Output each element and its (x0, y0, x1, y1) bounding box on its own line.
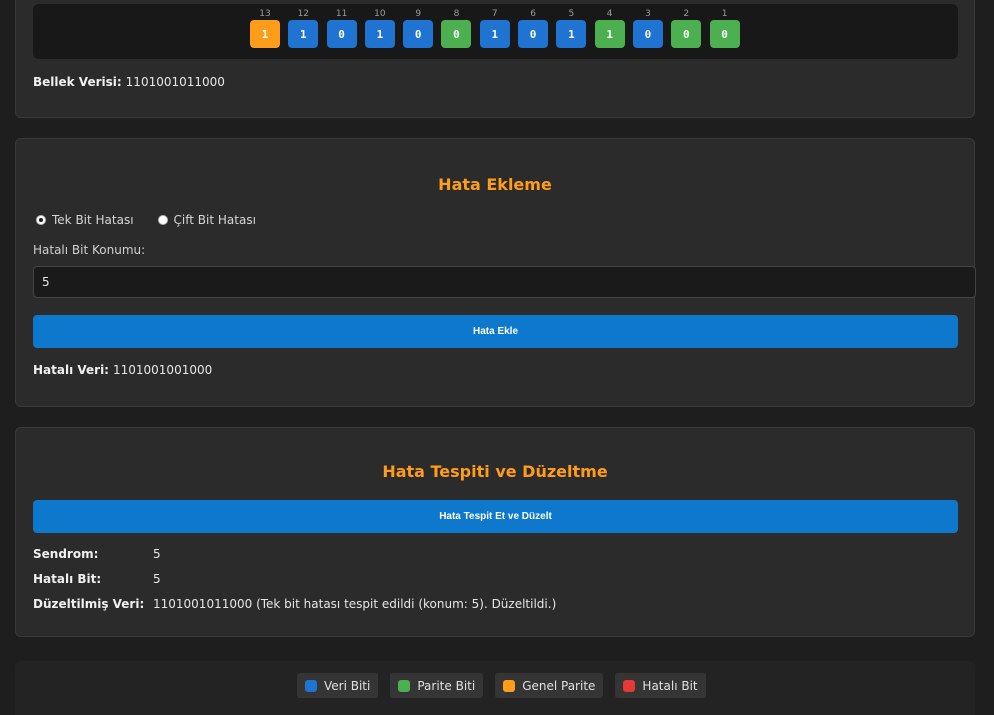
error-data-label: Hatalı Veri: (33, 363, 109, 377)
corrected-data-row: Düzeltilmiş Veri: 1101001011000 (Tek bit… (33, 597, 556, 611)
bit-column: 60 (518, 8, 549, 48)
bit-position-label: 6 (530, 9, 536, 19)
bit-column: 90 (403, 8, 434, 48)
syndrome-value: 5 (153, 547, 161, 561)
overall-parity-swatch (503, 679, 516, 692)
bit-box: 0 (709, 20, 740, 48)
double-bit-radio[interactable] (157, 215, 168, 225)
bit-position-label: 2 (683, 9, 690, 19)
bit-position-label: 5 (568, 9, 575, 19)
bit-box: 1 (250, 20, 280, 48)
legend-parity-label: Parite Biti (417, 678, 476, 693)
error-injection-card: Hata Ekleme Tek Bit Hatası Çift Bit Hata… (15, 138, 976, 407)
bit-position-label: 12 (297, 9, 310, 19)
memory-data-label: Bellek Verisi: (33, 75, 122, 89)
legend-overall-label: Genel Parite (522, 678, 596, 693)
data-bit-swatch (305, 679, 317, 692)
bit-column: 11 0 (326, 8, 357, 48)
bit-column: 10 1 (364, 8, 395, 48)
legend-data-label: Veri Biti (324, 678, 371, 693)
error-injection-title: Hata Ekleme (438, 175, 552, 194)
detection-card: Hata Tespiti ve Düzeltme Hata Tespit Et … (15, 427, 975, 637)
bit-column: 12 1 (288, 8, 319, 48)
error-data-line: Hatalı Veri: 1101001001000 (33, 363, 212, 377)
corrected-data-value: 1101001011000 (Tek bit hatası tespit edi… (153, 597, 557, 611)
memory-card: 13 1 12 1 11 0 10 1 9 0 8 0 7 1 6 0 5 1 4 1 3 0 2 0 1 0 Bellek Ve… (15, 0, 975, 118)
bit-position-label: 10 (374, 9, 386, 19)
bit-position-label: 13 (259, 9, 271, 19)
bit-column: 13 1 (250, 8, 280, 48)
error-bit-label: Hatalı Bit: (33, 572, 102, 586)
error-position-input[interactable] (33, 266, 976, 298)
memory-data-value: 1101001011000 (125, 75, 225, 89)
bit-column: 80 (441, 8, 472, 48)
bit-column: 71 (479, 8, 510, 48)
bit-box: 0 (326, 20, 357, 48)
bit-position-label: 3 (645, 9, 651, 19)
double-bit-radio-label[interactable]: Çift Bit Hatası (174, 213, 256, 227)
bit-box: 0 (441, 20, 472, 48)
legend-item-error: Hatalı Bit (615, 673, 706, 698)
bit-position-label: 11 (335, 9, 348, 19)
bit-column: 30 (632, 8, 663, 48)
bit-column: 10 (709, 8, 740, 48)
bit-box: 0 (671, 20, 702, 48)
single-bit-radio-label[interactable]: Tek Bit Hatası (52, 213, 134, 227)
bit-position-label: 1 (721, 9, 728, 19)
legend-item-parity: Parite Biti (390, 673, 484, 698)
error-position-label: Hatalı Bit Konumu: (33, 243, 146, 257)
bit-position-label: 8 (453, 9, 460, 19)
parity-bit-swatch (398, 679, 411, 692)
syndrome-label: Sendrom: (33, 547, 99, 561)
bit-column: 41 (594, 8, 625, 48)
bit-position-label: 9 (415, 9, 422, 19)
error-bit-row: Hatalı Bit: 5 (33, 572, 161, 586)
legend-item-overall: Genel Parite (495, 673, 604, 698)
legend-error-label: Hatalı Bit (642, 678, 698, 693)
bit-box: 1 (479, 20, 510, 48)
bit-position-label: 7 (491, 9, 498, 19)
memory-data-line: Bellek Verisi: 1101001011000 (33, 75, 225, 89)
bit-box: 1 (364, 20, 395, 48)
error-type-radio-group: Tek Bit Hatası Çift Bit Hatası (36, 213, 280, 227)
bit-box: 0 (518, 20, 549, 48)
legend-items: Veri Biti Parite Biti Genel Parite Hatal… (297, 673, 706, 698)
detect-correct-button[interactable]: Hata Tespit Et ve Düzelt (33, 500, 958, 533)
corrected-data-label: Düzeltilmiş Veri: (33, 597, 145, 611)
bit-box: 1 (288, 20, 319, 48)
legend-bar: Veri Biti Parite Biti Genel Parite Hatal… (15, 661, 975, 715)
single-bit-radio[interactable] (36, 215, 46, 225)
syndrome-row: Sendrom: 5 (33, 547, 161, 561)
bit-column: 51 (556, 8, 587, 48)
bit-column: 20 (671, 8, 702, 48)
detection-title: Hata Tespiti ve Düzeltme (382, 462, 608, 481)
bits-panel: 13 1 12 1 11 0 10 1 9 0 8 0 7 1 6 0 5 1 4 1 3 0 2 0 1 0 (33, 4, 958, 59)
bit-box: 1 (594, 20, 625, 48)
error-bit-swatch (623, 679, 636, 692)
add-error-button[interactable]: Hata Ekle (33, 315, 958, 348)
bits-row: 13 1 12 1 11 0 10 1 9 0 8 0 7 1 6 0 5 1 4 1 3 0 2 0 1 0 (250, 8, 740, 48)
error-bit-value: 5 (153, 572, 161, 586)
bit-box: 1 (556, 20, 587, 48)
bit-box: 0 (403, 20, 434, 48)
bit-position-label: 4 (606, 9, 613, 19)
error-data-value: 1101001001000 (112, 363, 213, 377)
bit-box: 0 (632, 20, 663, 48)
legend-item-data: Veri Biti (297, 673, 379, 698)
